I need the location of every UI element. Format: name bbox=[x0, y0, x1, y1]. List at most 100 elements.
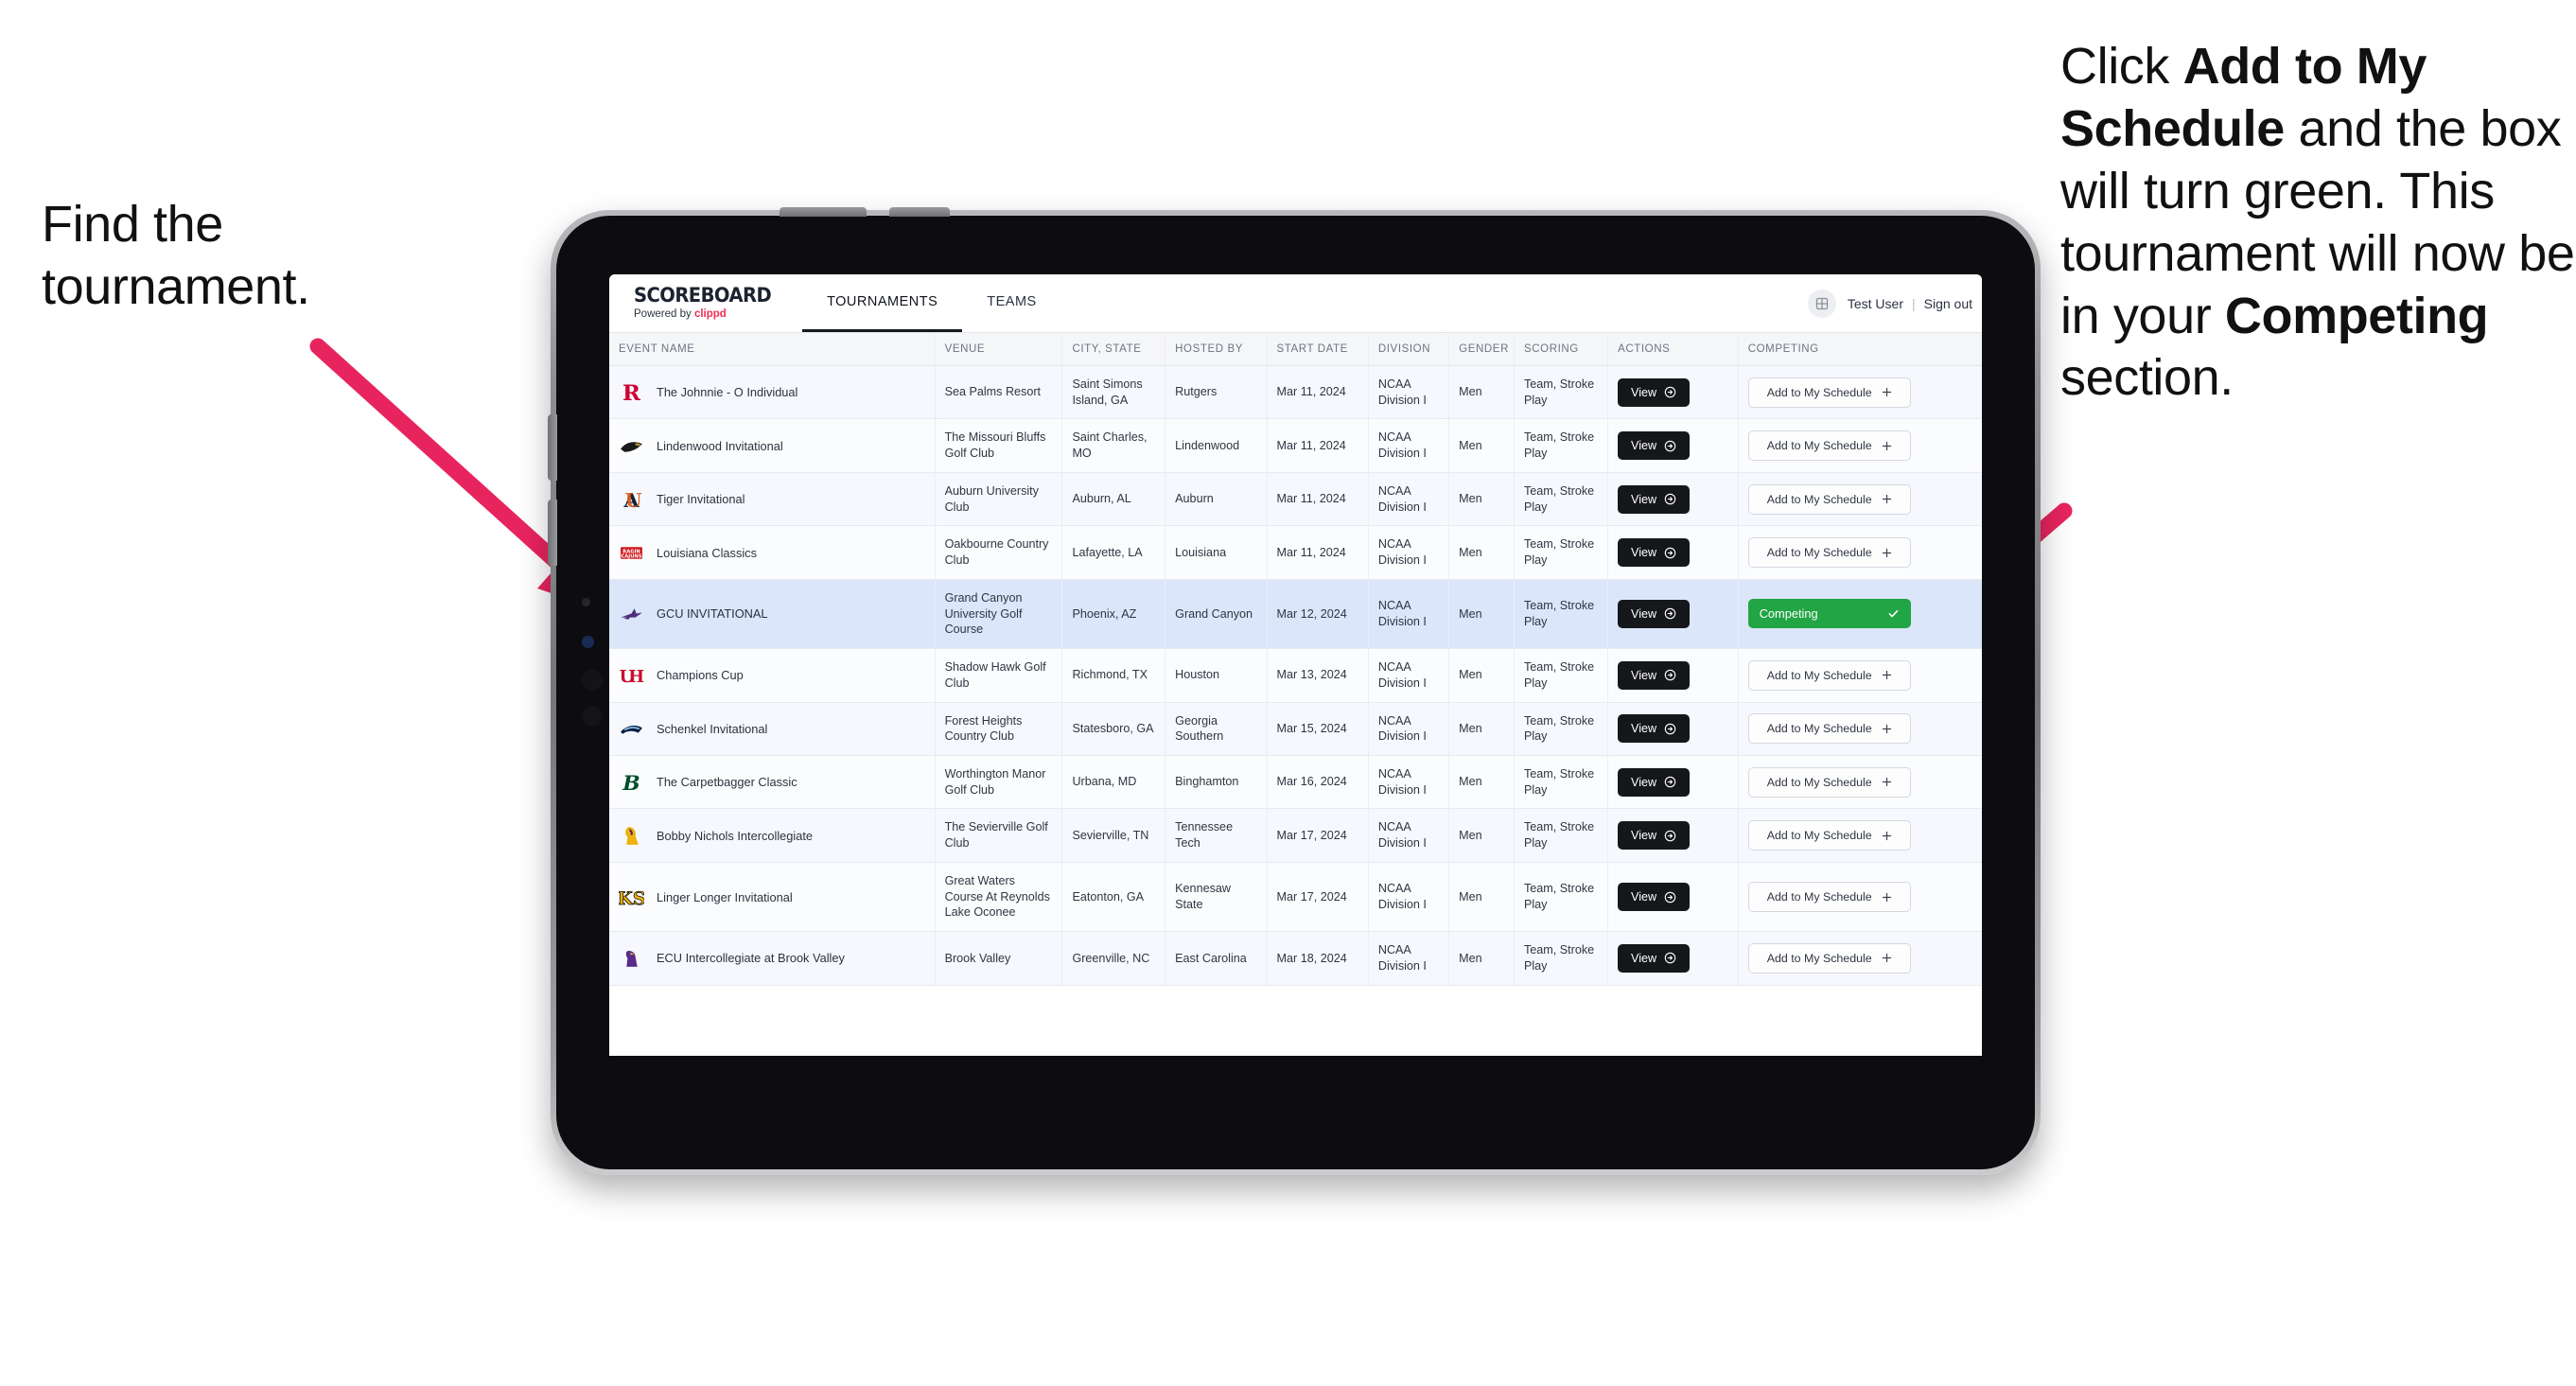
volume-up-button[interactable] bbox=[548, 414, 557, 481]
view-button[interactable]: View bbox=[1618, 714, 1691, 744]
col-competing[interactable]: COMPETING bbox=[1738, 333, 1982, 366]
volume-button[interactable] bbox=[889, 207, 950, 217]
add-to-my-schedule-label: Add to My Schedule bbox=[1766, 775, 1872, 789]
arrow-circle-icon bbox=[1664, 891, 1676, 904]
col-city-state[interactable]: CITY, STATE bbox=[1061, 333, 1166, 366]
view-label: View bbox=[1631, 951, 1657, 965]
cell-division: NCAA Division I bbox=[1368, 648, 1450, 703]
cell-scoring: Team, Stroke Play bbox=[1514, 931, 1609, 986]
col-scoring[interactable]: SCORING bbox=[1514, 333, 1609, 366]
view-button[interactable]: View bbox=[1618, 431, 1691, 461]
tab-teams[interactable]: TEAMS bbox=[962, 274, 1060, 332]
table-row[interactable]: ECU Intercollegiate at Brook Valley Brook… bbox=[609, 931, 1982, 986]
cell-gender: Men bbox=[1448, 525, 1515, 580]
user-avatar-icon[interactable] bbox=[1807, 289, 1836, 318]
plus-icon bbox=[1882, 724, 1892, 734]
col-division[interactable]: DIVISION bbox=[1368, 333, 1450, 366]
cell-gender: Men bbox=[1448, 579, 1515, 650]
table-row[interactable]: Bobby Nichols Intercollegiate The Sevierv… bbox=[609, 808, 1982, 863]
view-button[interactable]: View bbox=[1618, 484, 1691, 514]
col-event-name[interactable]: EVENT NAME bbox=[609, 333, 936, 366]
add-to-my-schedule-button[interactable]: Add to My Schedule bbox=[1747, 537, 1911, 569]
table-row[interactable]: GCU INVITATIONAL Grand Canyon University … bbox=[609, 579, 1982, 650]
view-label: View bbox=[1631, 385, 1657, 399]
cell-actions: View bbox=[1607, 702, 1739, 757]
event-name-label: Schenkel Invitational bbox=[657, 721, 768, 736]
view-button[interactable]: View bbox=[1618, 821, 1691, 851]
cell-venue: Oakbourne Country Club bbox=[935, 525, 1063, 580]
add-to-my-schedule-button[interactable]: Add to My Schedule bbox=[1747, 377, 1911, 408]
col-hosted-by[interactable]: HOSTED BY bbox=[1165, 333, 1268, 366]
tutorial-slide: Find the tournament. Click Add to My Sch… bbox=[0, 0, 2576, 1386]
add-to-my-schedule-button[interactable]: Add to My Schedule bbox=[1747, 882, 1911, 913]
cell-city-state: Phoenix, AZ bbox=[1061, 579, 1166, 650]
add-to-my-schedule-button[interactable]: Add to My Schedule bbox=[1747, 713, 1911, 745]
view-button[interactable]: View bbox=[1618, 660, 1691, 690]
table-row[interactable]: Lindenwood Invitational The Missouri Bluf… bbox=[609, 418, 1982, 473]
view-button[interactable]: View bbox=[1618, 883, 1691, 912]
cell-actions: View bbox=[1607, 418, 1739, 473]
tab-tournaments[interactable]: TOURNAMENTS bbox=[802, 274, 963, 332]
cell-scoring: Team, Stroke Play bbox=[1514, 702, 1609, 757]
view-button[interactable]: View bbox=[1618, 943, 1691, 973]
cell-venue: The Sevierville Golf Club bbox=[935, 808, 1063, 863]
view-button[interactable]: View bbox=[1618, 377, 1691, 407]
add-to-my-schedule-button[interactable]: Add to My Schedule bbox=[1747, 942, 1911, 974]
scoreboard-app: SCOREBOARD Powered by clippd TOURNAMENTS… bbox=[609, 274, 1982, 1056]
event-name-label: ECU Intercollegiate at Brook Valley bbox=[657, 951, 845, 966]
plus-icon bbox=[1882, 387, 1892, 397]
brand-logo[interactable]: SCOREBOARD Powered by clippd bbox=[609, 274, 802, 332]
col-gender[interactable]: GENDER bbox=[1448, 333, 1515, 366]
view-label: View bbox=[1631, 829, 1657, 843]
event-name-label: Bobby Nichols Intercollegiate bbox=[657, 828, 814, 843]
power-button[interactable] bbox=[780, 207, 867, 217]
add-to-my-schedule-button[interactable]: Add to My Schedule bbox=[1747, 430, 1911, 462]
annotation-right-part1: Click bbox=[2060, 38, 2183, 95]
view-button[interactable]: View bbox=[1618, 599, 1691, 628]
svg-text:CAJUNS: CAJUNS bbox=[621, 553, 641, 559]
table-row[interactable]: RAGIN CAJUNS Louisiana Classics Oakbourne C… bbox=[609, 525, 1982, 580]
add-to-my-schedule-label: Add to My Schedule bbox=[1766, 722, 1872, 736]
view-button[interactable]: View bbox=[1618, 767, 1691, 797]
table-row[interactable]: A U Tiger Invitational Auburn University Cl… bbox=[609, 472, 1982, 527]
cell-division: NCAA Division I bbox=[1368, 365, 1450, 420]
event-name-label: The Johnnie - O Individual bbox=[657, 385, 798, 400]
annotation-right: Click Add to My Schedule and the box wil… bbox=[2060, 36, 2576, 410]
sign-out-link[interactable]: Sign out bbox=[1924, 296, 1972, 311]
username-label: Test User bbox=[1847, 295, 1903, 311]
col-venue[interactable]: VENUE bbox=[935, 333, 1063, 366]
plus-icon bbox=[1882, 831, 1892, 841]
view-button[interactable]: View bbox=[1618, 538, 1691, 568]
cell-actions: View bbox=[1607, 862, 1739, 933]
table-row[interactable]: Schenkel Invitational Forest Heights Coun… bbox=[609, 702, 1982, 757]
cell-start-date: Mar 16, 2024 bbox=[1267, 755, 1369, 810]
add-to-my-schedule-button[interactable]: Add to My Schedule bbox=[1747, 766, 1911, 798]
table-row[interactable]: B The Carpetbagger Classic Worthington Man… bbox=[609, 755, 1982, 810]
competing-button[interactable]: Competing bbox=[1747, 599, 1911, 629]
add-to-my-schedule-button[interactable]: Add to My Schedule bbox=[1747, 483, 1911, 515]
cell-city-state: Urbana, MD bbox=[1061, 755, 1166, 810]
cell-venue: Brook Valley bbox=[935, 931, 1063, 986]
add-to-my-schedule-button[interactable]: Add to My Schedule bbox=[1747, 659, 1911, 691]
view-label: View bbox=[1631, 439, 1657, 453]
cell-city-state: Greenville, NC bbox=[1061, 931, 1166, 986]
cell-scoring: Team, Stroke Play bbox=[1514, 808, 1609, 863]
cell-event-name: B The Carpetbagger Classic bbox=[609, 755, 936, 810]
cell-city-state: Eatonton, GA bbox=[1061, 862, 1166, 933]
grand-canyon-logo bbox=[619, 601, 644, 626]
annotation-left-line2: tournament. bbox=[42, 257, 310, 315]
cell-scoring: Team, Stroke Play bbox=[1514, 472, 1609, 527]
add-to-my-schedule-button[interactable]: Add to My Schedule bbox=[1747, 820, 1911, 851]
svg-text:U: U bbox=[625, 489, 642, 512]
col-actions[interactable]: ACTIONS bbox=[1607, 333, 1739, 366]
table-row[interactable]: R The Johnnie - O Individual Sea Palms Res… bbox=[609, 365, 1982, 420]
cell-start-date: Mar 11, 2024 bbox=[1267, 525, 1369, 580]
table-row[interactable]: KS Linger Longer Invitational Great Waters… bbox=[609, 862, 1982, 933]
table-body: R The Johnnie - O Individual Sea Palms Res… bbox=[609, 365, 1982, 986]
volume-down-button[interactable] bbox=[548, 500, 557, 566]
cell-scoring: Team, Stroke Play bbox=[1514, 525, 1609, 580]
col-start-date[interactable]: START DATE bbox=[1267, 333, 1369, 366]
cell-competing: Add to My Schedule bbox=[1738, 472, 1982, 527]
arrow-circle-icon bbox=[1664, 607, 1676, 620]
table-row[interactable]: U H Champions Cup Shadow Hawk Golf Club Rich… bbox=[609, 648, 1982, 703]
